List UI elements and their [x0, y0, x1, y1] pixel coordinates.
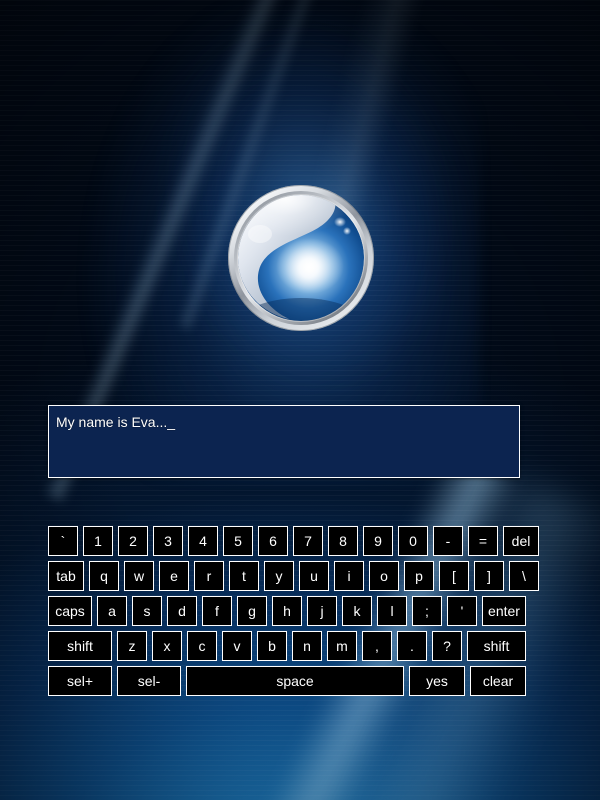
key-k[interactable]: k [342, 596, 372, 626]
row-qwerty: tab q w e r t y u i o p[] \ [48, 561, 539, 591]
key-6[interactable]: 6 [258, 526, 288, 556]
key-u[interactable]: u [299, 561, 329, 591]
blue-orb-logo-icon [228, 185, 374, 331]
key-w[interactable]: w [124, 561, 154, 591]
key-4[interactable]: 4 [188, 526, 218, 556]
key-h[interactable]: h [272, 596, 302, 626]
key-backtick[interactable]: ` [48, 526, 78, 556]
key-5[interactable]: 5 [223, 526, 253, 556]
key-2[interactable]: 2 [118, 526, 148, 556]
key-n[interactable]: n [292, 631, 322, 661]
key-caps[interactable]: caps [48, 596, 92, 626]
blue-orb-logo [226, 184, 376, 332]
key-shift[interactable]: shift [48, 631, 112, 661]
key-quote[interactable]: ' [447, 596, 477, 626]
key-l[interactable]: l [377, 596, 407, 626]
key-j[interactable]: j [307, 596, 337, 626]
key-t[interactable]: t [229, 561, 259, 591]
key-3[interactable]: 3 [153, 526, 183, 556]
key-d[interactable]: d [167, 596, 197, 626]
key-del[interactable]: del [503, 526, 539, 556]
key-g[interactable]: g [237, 596, 267, 626]
row-home: caps a s d f g h j k l; ' enter [48, 596, 526, 626]
key-7[interactable]: 7 [293, 526, 323, 556]
key-comma[interactable]: , [362, 631, 392, 661]
key-space[interactable]: space [186, 666, 404, 696]
key-selminus[interactable]: sel- [117, 666, 181, 696]
key-period[interactable]: . [397, 631, 427, 661]
key-8[interactable]: 8 [328, 526, 358, 556]
key-9[interactable]: 9 [363, 526, 393, 556]
key-minus[interactable]: - [433, 526, 463, 556]
key-b[interactable]: b [257, 631, 287, 661]
key-i[interactable]: i [334, 561, 364, 591]
key-e[interactable]: e [159, 561, 189, 591]
key-shift[interactable]: shift [467, 631, 526, 661]
key-p[interactable]: p [404, 561, 434, 591]
key-selplus[interactable]: sel+ [48, 666, 112, 696]
key-equals[interactable]: = [468, 526, 498, 556]
key-backslash[interactable]: \ [509, 561, 539, 591]
key-bracketright[interactable]: ] [474, 561, 504, 591]
key-x[interactable]: x [152, 631, 182, 661]
key-a[interactable]: a [97, 596, 127, 626]
key-0[interactable]: 0 [398, 526, 428, 556]
key-v[interactable]: v [222, 631, 252, 661]
key-q[interactable]: q [89, 561, 119, 591]
row-shift: shift z x c v b n m,.? shift [48, 631, 526, 661]
text-input-value: My name is Eva..._ [56, 414, 176, 430]
text-input-field[interactable]: My name is Eva..._ [48, 405, 520, 478]
key-r[interactable]: r [194, 561, 224, 591]
screen: My name is Eva..._ ` 1 2 3 4 5 6 7 8 9 0- = del tab q w… [0, 0, 600, 800]
key-c[interactable]: c [187, 631, 217, 661]
key-f[interactable]: f [202, 596, 232, 626]
key-tab[interactable]: tab [48, 561, 84, 591]
key-1[interactable]: 1 [83, 526, 113, 556]
key-z[interactable]: z [117, 631, 147, 661]
key-semicolon[interactable]: ; [412, 596, 442, 626]
on-screen-keyboard: ` 1 2 3 4 5 6 7 8 9 0- = del tab q w e r t y u i o p[] \ caps a s d f… [48, 526, 539, 701]
key-y[interactable]: y [264, 561, 294, 591]
key-bracketleft[interactable]: [ [439, 561, 469, 591]
key-yes[interactable]: yes [409, 666, 465, 696]
row-numbers: ` 1 2 3 4 5 6 7 8 9 0- = del [48, 526, 539, 556]
key-m[interactable]: m [327, 631, 357, 661]
row-bottom: sel+ sel-space yes clear [48, 666, 526, 696]
key-question[interactable]: ? [432, 631, 462, 661]
key-s[interactable]: s [132, 596, 162, 626]
key-clear[interactable]: clear [470, 666, 526, 696]
key-enter[interactable]: enter [482, 596, 526, 626]
key-o[interactable]: o [369, 561, 399, 591]
